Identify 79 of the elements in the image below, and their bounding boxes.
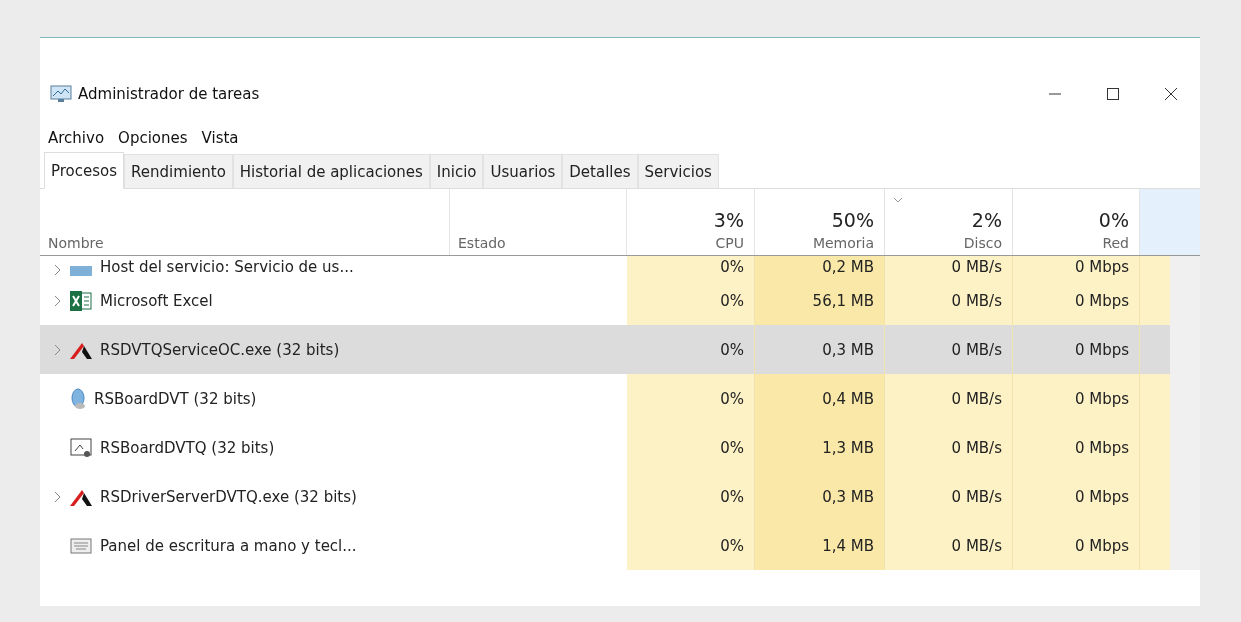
- process-row[interactable]: RSDVTQServiceOC.exe (32 bits) 0% 0,3 MB 0 MB/s 0 Mbps: [40, 325, 1200, 374]
- table-cell: 0 Mbps: [1013, 423, 1140, 472]
- table-cell: 0 MB/s: [885, 256, 1013, 276]
- table-cell: 0 MB/s: [885, 472, 1013, 521]
- process-row[interactable]: Microsoft Excel 0% 56,1 MB 0 MB/s 0 Mbps: [40, 276, 1200, 325]
- column-header[interactable]: 2% Disco: [885, 189, 1013, 255]
- process-name: Host del servicio: Servicio de us...: [100, 258, 354, 276]
- process-name: RSDriverServerDVTQ.exe (32 bits): [100, 487, 357, 506]
- table-cell: 0,4 MB: [755, 374, 885, 423]
- table-cell: 0%: [627, 521, 755, 570]
- table-cell: 0%: [627, 276, 755, 325]
- table-cell: 0 Mbps: [1013, 276, 1140, 325]
- menu-item[interactable]: Archivo: [48, 129, 105, 147]
- table-cell: 1,4 MB: [755, 521, 885, 570]
- process-name: Microsoft Excel: [100, 291, 213, 310]
- table-cell: 0 MB/s: [885, 276, 1013, 325]
- column-usage: 3%: [713, 209, 744, 231]
- process-row[interactable]: Panel de escritura a mano y tecl... 0% 1,4 MB 0 MB/s 0 Mbps: [40, 521, 1200, 570]
- process-name: RSDVTQServiceOC.exe (32 bits): [100, 340, 340, 359]
- column-label: CPU: [715, 235, 744, 251]
- process-row[interactable]: RSBoardDVTQ (32 bits) 0% 1,3 MB 0 MB/s 0 Mbps: [40, 423, 1200, 472]
- process-name: RSBoardDVTQ (32 bits): [100, 438, 275, 457]
- maximize-icon: [1106, 87, 1120, 101]
- tab[interactable]: Detalles: [562, 154, 638, 188]
- table-cell: 0 MB/s: [885, 521, 1013, 570]
- column-label: Memoria: [812, 235, 874, 251]
- table-cell: 0%: [627, 423, 755, 472]
- menu-item[interactable]: Opciones: [118, 129, 188, 147]
- table-cell: 0 Mbps: [1013, 374, 1140, 423]
- process-row[interactable]: Host del servicio: Servicio de us... 0% 0,2 MB 0 MB/s 0 Mbps: [40, 256, 1200, 276]
- service-icon: [70, 266, 92, 276]
- column-label: Estado: [458, 235, 506, 251]
- tab[interactable]: Usuarios: [483, 154, 563, 188]
- tab[interactable]: Rendimiento: [124, 154, 233, 188]
- mouse-icon: [70, 387, 86, 410]
- expand-chevron-icon[interactable]: [52, 343, 62, 356]
- column-label: Disco: [963, 235, 1002, 251]
- column-header[interactable]: 3% CPU: [627, 189, 755, 255]
- monitor-icon: [50, 84, 72, 104]
- tab[interactable]: Servicios: [637, 154, 719, 188]
- window-icon: [70, 437, 92, 458]
- column-header[interactable]: Estado: [450, 189, 627, 255]
- close-icon: [1164, 87, 1178, 101]
- process-name: RSBoardDVT (32 bits): [94, 389, 257, 408]
- tab[interactable]: Historial de aplicaciones: [232, 154, 430, 188]
- tab[interactable]: Procesos: [44, 152, 125, 189]
- spreadsheet-icon: [70, 290, 92, 311]
- expand-chevron-icon[interactable]: [52, 264, 62, 276]
- sort-chevron-icon: [893, 197, 903, 203]
- column-label: Red: [1102, 235, 1129, 251]
- column-usage: 0%: [1098, 209, 1129, 231]
- process-row[interactable]: RSDriverServerDVTQ.exe (32 bits) 0% 0,3 MB 0 MB/s 0 Mbps: [40, 472, 1200, 521]
- table-cell: 0 MB/s: [885, 374, 1013, 423]
- window-title: Administrador de tareas: [78, 85, 261, 103]
- table-cell: 56,1 MB: [755, 276, 885, 325]
- header-highlight: [1140, 189, 1200, 255]
- expand-chevron-icon[interactable]: [52, 294, 62, 307]
- table-cell: 0%: [627, 472, 755, 521]
- process-name: Panel de escritura a mano y tecl...: [100, 536, 357, 555]
- table-cell: 1,3 MB: [755, 423, 885, 472]
- column-usage: 2%: [971, 209, 1002, 231]
- column-label: Nombre: [48, 235, 104, 251]
- column-header[interactable]: 50% Memoria: [755, 189, 885, 255]
- keyboard-icon: [70, 537, 92, 554]
- table-cell: 0%: [627, 374, 755, 423]
- column-header[interactable]: Nombre: [40, 189, 450, 255]
- process-row[interactable]: RSBoardDVT (32 bits) 0% 0,4 MB 0 MB/s 0 Mbps: [40, 374, 1200, 423]
- column-usage: 50%: [831, 209, 874, 231]
- table-cell: 0 MB/s: [885, 423, 1013, 472]
- table-cell: 0,2 MB: [755, 256, 885, 276]
- table-cell: 0 Mbps: [1013, 521, 1140, 570]
- expand-chevron-icon[interactable]: [52, 490, 62, 503]
- table-cell: 0 Mbps: [1013, 472, 1140, 521]
- tab[interactable]: Inicio: [429, 154, 484, 188]
- menu-item[interactable]: Vista: [201, 129, 239, 147]
- table-cell: 0,3 MB: [755, 472, 885, 521]
- table-cell: 0 Mbps: [1013, 256, 1140, 276]
- minimize-icon: [1048, 93, 1062, 95]
- table-cell: 0%: [627, 256, 755, 276]
